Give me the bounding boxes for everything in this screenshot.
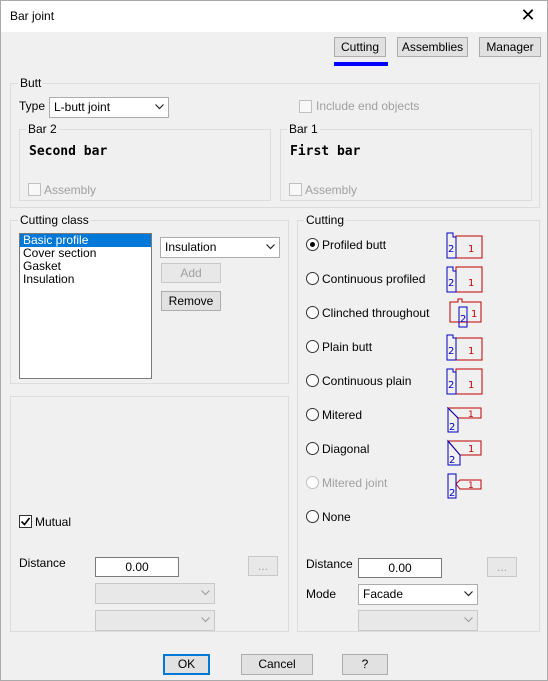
plain-butt-icon: 1 2 xyxy=(446,334,483,361)
mode-select-value: Facade xyxy=(363,587,404,601)
type-select-value: L-butt joint xyxy=(54,100,111,114)
radio-profiled-butt[interactable] xyxy=(306,238,319,251)
radio-mitered-joint[interactable] xyxy=(306,476,319,489)
chevron-down-icon xyxy=(201,590,210,598)
mutual-label: Mutual xyxy=(35,515,72,529)
chevron-down-icon xyxy=(201,617,210,625)
close-icon[interactable]: ✕ xyxy=(515,4,541,28)
mutual-checkbox[interactable] xyxy=(19,515,32,528)
svg-text:1: 1 xyxy=(468,444,474,455)
bar-joint-dialog: Bar joint ✕ Cutting Assemblies Manager B… xyxy=(0,0,548,681)
radio-continuous-profiled[interactable] xyxy=(306,272,319,285)
bar1-name: First bar xyxy=(290,144,361,159)
svg-text:1: 1 xyxy=(471,309,477,320)
distance-input-right[interactable]: 0.00 xyxy=(358,558,442,578)
mitered-icon: 1 2 xyxy=(446,406,482,433)
cutting-class-select[interactable]: Insulation xyxy=(160,237,280,258)
radio-mitered[interactable] xyxy=(306,408,319,421)
include-end-objects-label: Include end objects xyxy=(316,99,420,113)
bar2-name: Second bar xyxy=(29,144,108,159)
tab-manager[interactable]: Manager xyxy=(479,37,541,57)
bar2-assembly-checkbox[interactable] xyxy=(28,183,41,196)
radio-none[interactable] xyxy=(306,510,319,523)
profiled-butt-icon: 1 2 xyxy=(446,232,483,259)
distance-browse-button-right[interactable]: ... xyxy=(487,557,517,577)
chevron-down-icon xyxy=(464,591,473,599)
svg-text:2: 2 xyxy=(449,488,455,499)
tab-cutting[interactable]: Cutting xyxy=(334,37,386,57)
cancel-button[interactable]: Cancel xyxy=(241,654,313,675)
mode-label: Mode xyxy=(306,587,337,601)
active-tab-indicator xyxy=(334,62,388,66)
list-item[interactable]: Insulation xyxy=(20,273,151,286)
diagonal-icon: 1 2 xyxy=(446,439,482,466)
distance-label-left: Distance xyxy=(19,556,66,570)
radio-continuous-plain-label: Continuous plain xyxy=(322,374,412,388)
bar1-assembly-checkbox[interactable] xyxy=(289,183,302,196)
radio-diagonal-label: Diagonal xyxy=(322,442,370,456)
radio-mitered-joint-label: Mitered joint xyxy=(322,476,388,490)
chevron-down-icon xyxy=(464,617,473,625)
chevron-down-icon xyxy=(155,104,164,112)
svg-text:2: 2 xyxy=(460,314,466,325)
svg-text:1: 1 xyxy=(468,278,474,289)
tab-assemblies[interactable]: Assemblies xyxy=(397,37,468,57)
radio-mitered-label: Mitered xyxy=(322,408,363,422)
svg-text:1: 1 xyxy=(468,346,474,357)
radio-clinched-throughout-label: Clinched throughout xyxy=(322,306,430,320)
svg-text:1: 1 xyxy=(468,410,474,420)
distance-input-left[interactable]: 0.00 xyxy=(95,557,179,577)
title-bar: Bar joint ✕ xyxy=(1,1,547,32)
svg-text:2: 2 xyxy=(448,278,454,289)
svg-text:1: 1 xyxy=(468,481,474,491)
continuous-profiled-icon: 1 2 xyxy=(446,266,483,293)
radio-clinched-throughout[interactable] xyxy=(306,306,319,319)
bar1-assembly-label: Assembly xyxy=(305,183,358,197)
radio-profiled-butt-label: Profiled butt xyxy=(322,238,387,252)
radio-none-label: None xyxy=(322,510,351,524)
chevron-down-icon xyxy=(266,244,275,252)
mitered-joint-icon: 1 2 xyxy=(447,473,482,499)
svg-text:1: 1 xyxy=(468,244,474,255)
type-label: Type xyxy=(19,99,46,113)
cutting-class-label: Cutting class xyxy=(18,213,91,227)
checkmark-icon xyxy=(20,517,31,526)
radio-diagonal[interactable] xyxy=(306,442,319,455)
bar2-assembly-label: Assembly xyxy=(44,183,97,197)
mode-select[interactable]: Facade xyxy=(358,584,478,605)
cutting-class-select-value: Insulation xyxy=(165,240,217,254)
butt-group-label: Butt xyxy=(18,76,44,90)
remove-button[interactable]: Remove xyxy=(161,291,221,311)
radio-continuous-plain[interactable] xyxy=(306,374,319,387)
radio-plain-butt[interactable] xyxy=(306,340,319,353)
radio-plain-butt-label: Plain butt xyxy=(322,340,373,354)
ok-button[interactable]: OK xyxy=(163,654,210,675)
include-end-objects-checkbox[interactable] xyxy=(299,100,312,113)
right-select-2[interactable] xyxy=(358,610,478,631)
radio-continuous-profiled-label: Continuous profiled xyxy=(322,272,426,286)
svg-text:2: 2 xyxy=(448,346,454,357)
distance-label-right: Distance xyxy=(306,557,353,571)
clinched-throughout-icon: 1 2 xyxy=(449,298,482,328)
help-button[interactable]: ? xyxy=(342,654,388,675)
svg-text:1: 1 xyxy=(468,380,474,391)
type-select[interactable]: L-butt joint xyxy=(49,97,169,118)
continuous-plain-icon: 1 2 xyxy=(446,368,483,395)
svg-text:2: 2 xyxy=(448,380,454,391)
add-button[interactable]: Add xyxy=(161,263,221,283)
svg-text:2: 2 xyxy=(449,455,455,466)
bar1-label: Bar 1 xyxy=(287,122,320,136)
cutting-class-list[interactable]: Basic profile Cover section Gasket Insul… xyxy=(19,233,152,379)
left-select-2[interactable] xyxy=(95,610,215,631)
left-select-1[interactable] xyxy=(95,583,215,604)
svg-text:2: 2 xyxy=(449,422,455,433)
svg-text:2: 2 xyxy=(448,244,454,255)
bar2-label: Bar 2 xyxy=(26,122,59,136)
window-title: Bar joint xyxy=(10,9,55,23)
cutting-label: Cutting xyxy=(304,213,347,227)
distance-browse-button-left[interactable]: ... xyxy=(248,556,278,576)
